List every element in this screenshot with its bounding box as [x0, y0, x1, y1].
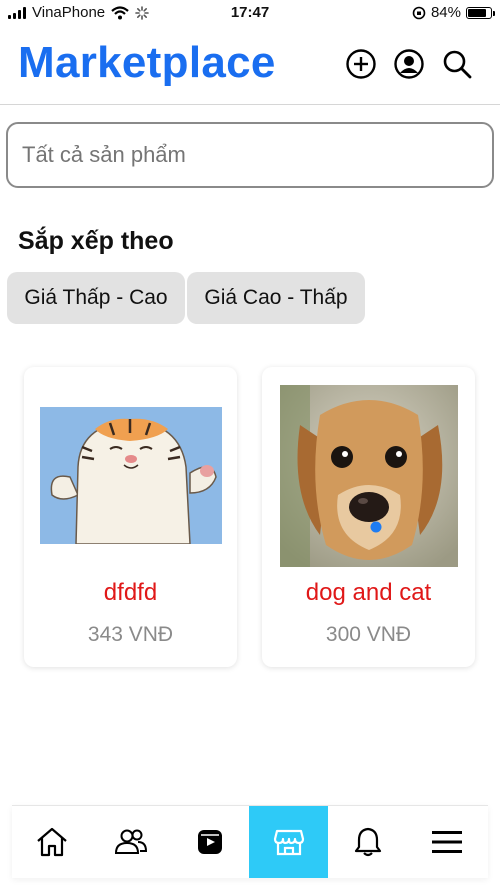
sort-price-asc-button[interactable]: Giá Thấp - Cao [7, 272, 185, 324]
product-image [40, 407, 222, 544]
page-title: Marketplace [18, 38, 276, 87]
product-card[interactable]: dfdfd 343 VNĐ [24, 367, 237, 667]
battery-icon [466, 6, 495, 19]
product-name: dfdfd [103, 579, 158, 606]
product-price: 343 VNĐ [87, 623, 174, 646]
sort-heading: Sắp xếp theo [18, 227, 174, 255]
home-icon [36, 827, 67, 857]
product-price: 300 VNĐ [325, 623, 412, 646]
status-bar: VinaPhone 17:47 84% [0, 0, 500, 26]
menu-icon [431, 831, 462, 853]
video-icon [197, 830, 222, 854]
bottom-nav [12, 805, 488, 878]
search-input[interactable] [6, 122, 494, 188]
header-divider [0, 104, 500, 105]
battery-percent: 84% [430, 4, 461, 21]
sort-price-desc-button[interactable]: Giá Cao - Thấp [187, 272, 365, 324]
friends-icon [114, 829, 147, 854]
app-header: Marketplace [0, 38, 500, 102]
nav-menu[interactable] [407, 806, 486, 878]
nav-video[interactable] [170, 806, 249, 878]
bell-icon [354, 827, 381, 857]
nav-friends[interactable] [91, 806, 170, 878]
product-name: dog and cat [305, 579, 432, 606]
orientation-lock-icon [412, 6, 426, 19]
nav-notifications[interactable] [328, 806, 407, 878]
store-icon [273, 829, 304, 856]
product-image [280, 385, 458, 567]
product-card[interactable]: dog and cat 300 VNĐ [262, 367, 475, 667]
nav-home[interactable] [12, 806, 91, 878]
nav-store[interactable] [249, 806, 328, 878]
search-icon[interactable] [441, 48, 473, 80]
user-circle-icon[interactable] [393, 48, 425, 80]
plus-circle-icon[interactable] [345, 48, 377, 80]
